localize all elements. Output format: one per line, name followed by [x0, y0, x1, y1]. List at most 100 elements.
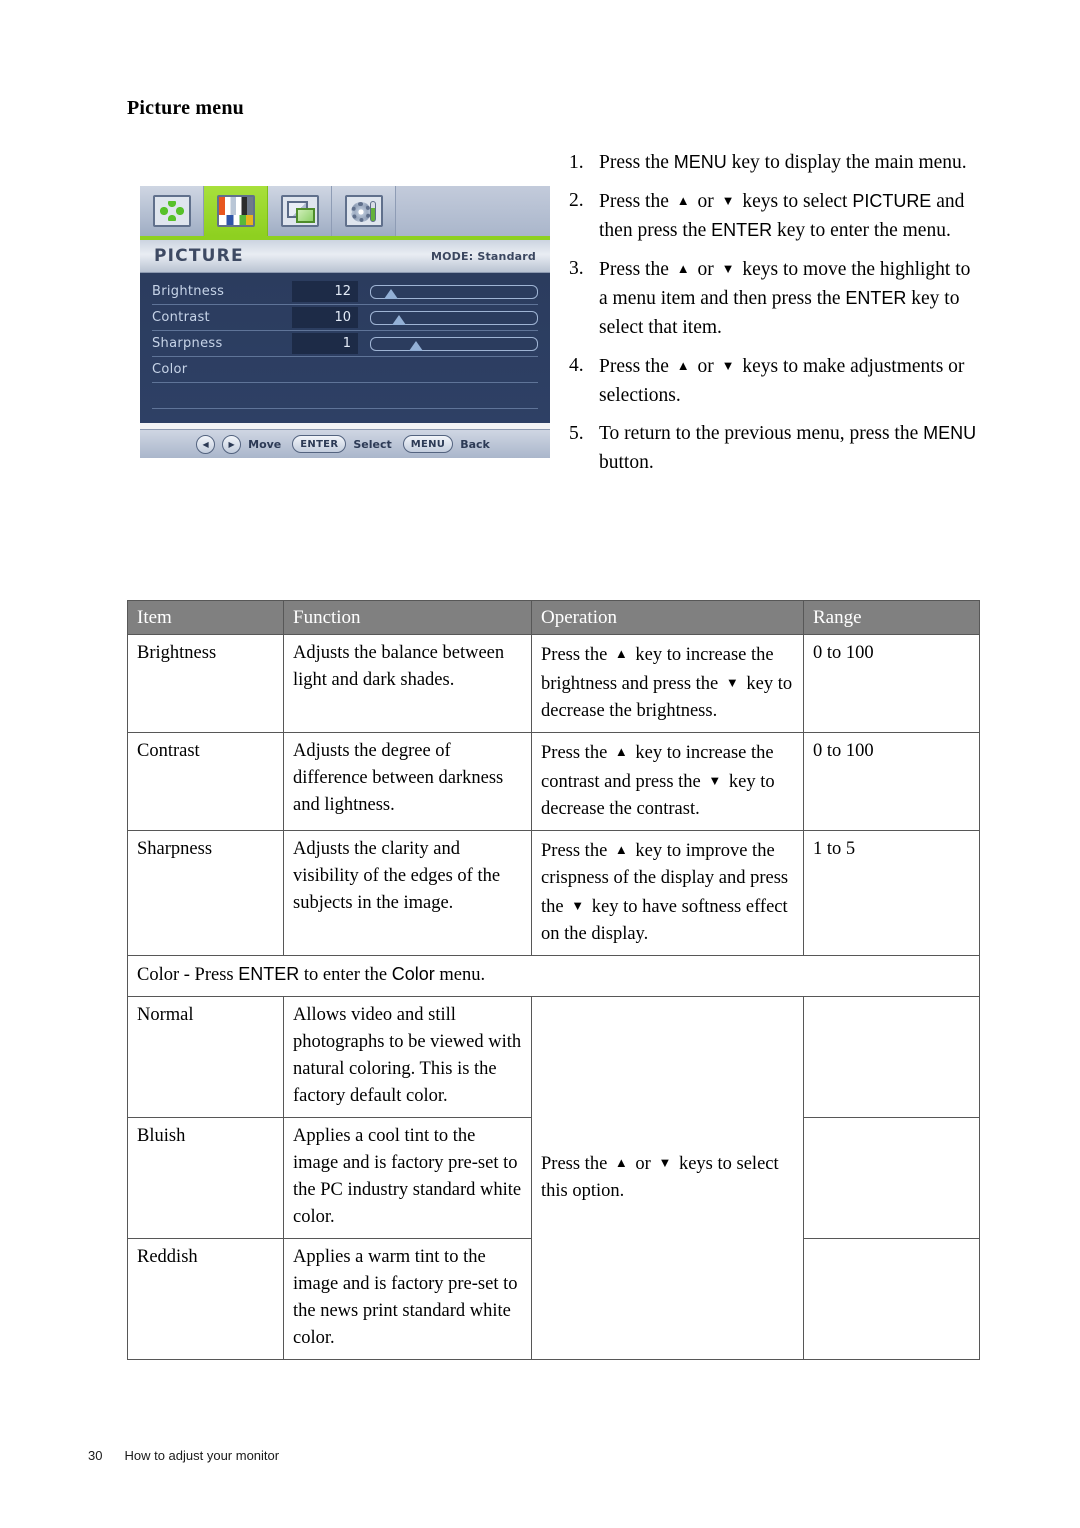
cell-function: Applies a cool tint to the image and is … — [283, 1117, 532, 1239]
osd-tab-bar — [140, 186, 550, 236]
osd-row-brightness[interactable]: Brightness 12 — [152, 279, 538, 305]
osd-row-color[interactable]: Color — [152, 357, 538, 383]
table-row: Contrast Adjusts the degree of difference… — [127, 732, 980, 831]
text-run: To return to the previous menu, press th… — [599, 423, 924, 444]
osd-slider-brightness[interactable] — [370, 284, 538, 299]
enter-key-badge: ENTER — [292, 435, 347, 453]
text-run: or — [692, 191, 719, 212]
text-run: key to enter the menu. — [772, 220, 951, 241]
instruction-steps: 1. Press the MENU key to display the main… — [569, 148, 981, 486]
step-text: To return to the previous menu, press th… — [599, 419, 981, 477]
text-run: Press the — [599, 152, 674, 173]
cell-operation-sharpness: Press the ▲ key to improve the crispness… — [531, 830, 804, 956]
up-arrow-icon: ▲ — [676, 358, 690, 373]
down-arrow-icon: ▼ — [658, 1155, 672, 1170]
picture-color-bars-icon — [216, 195, 255, 227]
key-name: MENU — [673, 152, 727, 172]
up-arrow-icon: ▲ — [676, 193, 690, 208]
text-run: or — [630, 1154, 656, 1174]
display-overlap-icon — [280, 195, 319, 227]
osd-menu-title: PICTURE — [154, 246, 244, 266]
cell-function: Adjusts the clarity and visibility of th… — [283, 830, 532, 956]
osd-select-label: Select — [353, 437, 392, 451]
text-run: Press the — [599, 356, 674, 377]
osd-title-bar: PICTURE MODE: Standard — [140, 240, 550, 273]
table-header-row: Item Function Operation Range — [127, 600, 980, 635]
text-run: Press the — [541, 1154, 612, 1174]
step-number: 2. — [569, 190, 584, 211]
column-header-range: Range — [803, 600, 980, 635]
page-number: 30 — [88, 1448, 103, 1463]
key-name: Color — [391, 964, 435, 984]
column-header-operation: Operation — [531, 600, 804, 635]
cell-range — [803, 996, 980, 1118]
cell-function: Applies a warm tint to the image and is … — [283, 1238, 532, 1360]
osd-slider-knob[interactable] — [383, 288, 398, 299]
osd-slider-knob[interactable] — [392, 314, 407, 325]
down-arrow-icon: ▼ — [708, 773, 722, 788]
down-arrow-icon: ▼ — [721, 193, 735, 208]
instruction-step-3: 3. Press the ▲ or ▼ keys to move the high… — [569, 254, 981, 342]
cell-item: Reddish — [127, 1238, 284, 1360]
osd-tab-system — [332, 186, 396, 236]
up-arrow-icon: ▲ — [676, 261, 690, 276]
osd-move-label: Move — [248, 437, 282, 451]
step-text: Press the ▲ or ▼ keys to move the highli… — [599, 254, 981, 342]
osd-row-label: Sharpness — [152, 336, 223, 351]
left-arrow-key-icon: ◀ — [196, 434, 216, 454]
cell-operation-contrast: Press the ▲ key to increase the contrast… — [531, 732, 804, 831]
chapter-title: How to adjust your monitor — [124, 1448, 280, 1463]
column-header-function: Function — [283, 600, 532, 635]
osd-row-label: Brightness — [152, 284, 225, 299]
text-run: Press the — [541, 645, 612, 665]
osd-tab-picture — [204, 186, 268, 236]
osd-row-label: Contrast — [152, 310, 210, 325]
down-arrow-icon: ▼ — [725, 675, 739, 690]
osd-back-label: Back — [460, 437, 490, 451]
osd-slider-knob[interactable] — [408, 340, 423, 351]
step-number: 5. — [569, 423, 584, 444]
cell-range: 0 to 100 — [803, 732, 980, 831]
text-run: key to display the main menu. — [726, 152, 967, 173]
up-arrow-icon: ▲ — [614, 646, 628, 661]
table-row: Brightness Adjusts the balance between li… — [127, 634, 980, 733]
osd-slider-sharpness[interactable] — [370, 336, 538, 351]
osd-row-empty — [152, 383, 538, 409]
cell-function: Allows video and still photographs to be… — [283, 996, 532, 1118]
cell-range — [803, 1238, 980, 1360]
osd-row-sharpness[interactable]: Sharpness 1 — [152, 331, 538, 357]
text-run: menu. — [434, 965, 486, 985]
table-row-color-section: Color - Press ENTER to enter the Color m… — [127, 955, 980, 997]
osd-row-contrast[interactable]: Contrast 10 — [152, 305, 538, 331]
position-move-icon — [152, 195, 191, 227]
osd-row-value: 10 — [292, 307, 358, 328]
table-row: Sharpness Adjusts the clarity and visibil… — [127, 830, 980, 956]
text-run: button. — [599, 452, 654, 473]
system-gear-tool-icon — [344, 195, 383, 227]
cell-function: Adjusts the balance between light and da… — [283, 634, 532, 733]
table-body: Brightness Adjusts the balance between li… — [127, 634, 980, 1360]
osd-mode-label: MODE: Standard — [430, 249, 536, 263]
text-run: Press the — [541, 743, 612, 763]
key-name: ENTER — [845, 288, 907, 308]
table-row: Normal Allows video and still photographs… — [127, 996, 980, 1360]
up-arrow-icon: ▲ — [614, 1155, 628, 1170]
cell-range: 0 to 100 — [803, 634, 980, 733]
text-run: or — [692, 259, 719, 280]
down-arrow-icon: ▼ — [721, 261, 735, 276]
osd-tab-picture-advanced — [268, 186, 332, 236]
osd-hint-bar: ◀ ▶ Move ENTER Select MENU Back — [140, 429, 550, 458]
osd-tab-display — [140, 186, 204, 236]
step-number: 3. — [569, 258, 584, 279]
osd-menu-items: Brightness 12 Contrast 10 Sharpness 1 Color — [140, 273, 550, 423]
osd-row-value: 1 — [292, 333, 358, 354]
text-run: keys to select — [737, 191, 853, 212]
osd-slider-contrast[interactable] — [370, 310, 538, 325]
cell-item: Sharpness — [127, 830, 284, 956]
right-arrow-key-icon: ▶ — [222, 434, 242, 454]
table-header: Item Function Operation Range — [127, 600, 980, 635]
text-run: or — [692, 356, 719, 377]
osd-menu-screenshot: PICTURE MODE: Standard Brightness 12 Contr… — [140, 186, 550, 458]
cell-item: Normal — [127, 996, 284, 1118]
instruction-step-1: 1. Press the MENU key to display the main… — [569, 148, 981, 177]
